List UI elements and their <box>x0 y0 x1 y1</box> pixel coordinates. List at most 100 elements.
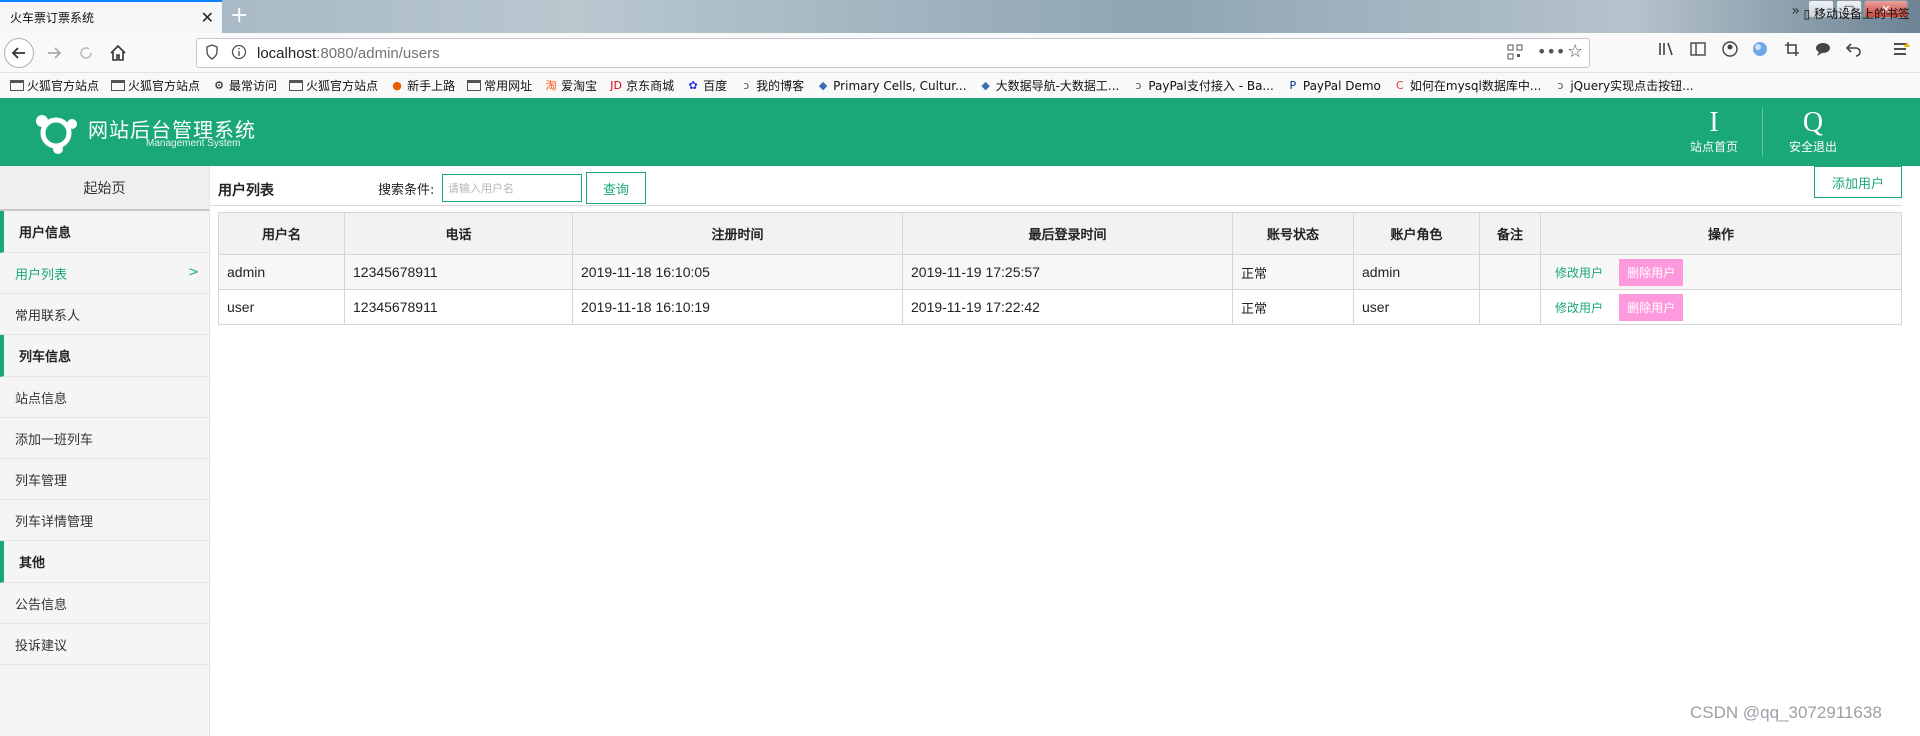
tab-title: 火车票订票系统 <box>10 11 95 25</box>
browser-nav-bar: localhost:8080/admin/users ••• ☆ <box>0 33 1920 73</box>
sidebar-section-other: 其他 <box>0 541 209 583</box>
bookmark-label: jQuery实现点击按钮... <box>1570 79 1694 93</box>
address-bar[interactable]: localhost:8080/admin/users ••• ☆ <box>196 38 1590 68</box>
qr-code-icon[interactable] <box>1507 44 1523 64</box>
sidebar-toggle-icon[interactable] <box>1690 41 1706 61</box>
folder-icon <box>10 80 24 91</box>
bookmark-label: 最常访问 <box>229 79 278 93</box>
site-icon: ◆ <box>818 78 828 92</box>
logout-link[interactable]: Q 安全退出 <box>1773 108 1853 155</box>
tab-close-icon[interactable]: ✕ <box>201 8 214 27</box>
bookmark-item[interactable]: ↄ jQuery实现点击按钮... <box>1553 77 1693 94</box>
bookmarks-bar: 火狐官方站点 火狐官方站点 ⚙ 最常访问 火狐官方站点 ● 新手上路 常用网址淘爱淘宝 JD 京东… <box>0 73 1920 98</box>
delete-user-button[interactable]: 删除用户 <box>1619 293 1684 321</box>
edit-user-link[interactable]: 修改用户 <box>1555 301 1603 315</box>
sidebar-item-complaints[interactable]: 投诉建议 <box>0 624 209 665</box>
sidebar-home[interactable]: 起始页 <box>0 166 209 211</box>
delete-user-button[interactable]: 删除用户 <box>1619 258 1684 286</box>
cell-last-login: 2019-11-19 17:25:57 <box>902 254 1233 290</box>
undo-icon[interactable] <box>1845 41 1862 61</box>
bookmark-item[interactable]: ✿ 百度 <box>686 77 728 94</box>
account-icon[interactable] <box>1722 41 1738 61</box>
table-row: admin 12345678911 2019-11-18 16:10:05 20… <box>218 254 1902 290</box>
logo-icon <box>34 112 78 154</box>
main-content: 用户列表 搜索条件: 查询 添加用户 用户名 电话 注册时间 最后登录时间 账号… <box>210 166 1920 736</box>
column-header: 账户角色 <box>1353 212 1480 255</box>
column-header: 最后登录时间 <box>902 212 1233 255</box>
shield-icon[interactable] <box>205 44 219 64</box>
home-icon[interactable] <box>104 39 132 67</box>
bookmark-item[interactable]: ● 新手上路 <box>390 77 455 94</box>
bookmark-label: PayPal支付接入 - Ba... <box>1148 79 1274 93</box>
more-actions-icon[interactable]: ••• <box>1537 42 1565 61</box>
sidebar-item-notices[interactable]: 公告信息 <box>0 583 209 624</box>
chat-icon[interactable] <box>1815 41 1831 61</box>
bookmarks-overflow-icon[interactable]: » <box>1791 3 1800 19</box>
site-home-link[interactable]: I 站点首页 <box>1674 108 1754 155</box>
sidebar-section-user: 用户信息 <box>0 211 209 253</box>
bookmark-item[interactable]: ◆ 大数据导航-大数据工... <box>979 77 1119 94</box>
bookmark-label: 常用网址 <box>484 79 533 93</box>
bookmark-label: PayPal Demo <box>1302 78 1381 93</box>
bookmark-label: Primary Cells, Cultur... <box>833 78 967 93</box>
new-tab-button[interactable]: + <box>230 3 248 28</box>
column-header: 备注 <box>1479 212 1541 255</box>
bookmark-item[interactable]: 火狐官方站点 <box>289 77 378 94</box>
add-user-button[interactable]: 添加用户 <box>1814 166 1902 198</box>
bookmark-item[interactable]: P PayPal Demo <box>1286 79 1381 93</box>
jd-icon: JD <box>610 78 622 92</box>
taobao-icon: 淘 <box>545 78 557 92</box>
sidebar-item-contacts[interactable]: 常用联系人 <box>0 294 209 335</box>
bookmark-item[interactable]: 淘爱淘宝 <box>544 77 598 94</box>
mobile-bookmarks[interactable]: ▯ 移动设备上的书签 <box>1804 5 1910 22</box>
column-header: 注册时间 <box>572 212 903 255</box>
app-subtitle: Management System <box>146 138 241 149</box>
info-icon[interactable] <box>231 44 247 64</box>
reload-icon[interactable] <box>72 39 100 67</box>
sidebar-item-stations[interactable]: 站点信息 <box>0 377 209 418</box>
bookmark-label: 京东商城 <box>626 79 675 93</box>
csdn-icon: C <box>1396 78 1404 92</box>
search-input[interactable] <box>442 174 582 202</box>
chevron-right-icon: > <box>188 265 199 280</box>
bookmark-item[interactable]: ◆ Primary Cells, Cultur... <box>816 78 967 93</box>
site-home-icon: I <box>1709 107 1719 138</box>
sidebar-item-add-train[interactable]: 添加一班列车 <box>0 418 209 459</box>
library-icon[interactable] <box>1658 41 1676 61</box>
browser-tab[interactable]: 火车票订票系统 ✕ <box>0 0 222 33</box>
column-header: 电话 <box>344 212 573 255</box>
bookmark-item[interactable]: ↄ PayPal支付接入 - Ba... <box>1131 77 1274 94</box>
table-row: user 12345678911 2019-11-18 16:10:19 201… <box>218 289 1902 325</box>
sidebar-item-user-list[interactable]: 用户列表 > <box>0 253 209 294</box>
bookmark-item[interactable]: JD 京东商城 <box>609 77 674 94</box>
baidu-icon: ✿ <box>688 78 698 92</box>
sidebar-item-train-manage[interactable]: 列车管理 <box>0 459 209 500</box>
bookmark-item[interactable]: 火狐官方站点 <box>111 77 200 94</box>
crop-icon[interactable] <box>1784 41 1800 61</box>
bookmark-item[interactable]: ↄ 我的博客 <box>739 77 804 94</box>
bookmark-item[interactable]: 火狐官方站点 <box>10 77 99 94</box>
blog-icon: ↄ <box>1557 78 1564 92</box>
url-text[interactable]: localhost:8080/admin/users <box>257 45 440 62</box>
search-label: 搜索条件: <box>378 183 435 198</box>
bookmark-item[interactable]: ⚙ 最常访问 <box>212 77 277 94</box>
menu-icon[interactable] <box>1893 41 1911 61</box>
cell-registered: 2019-11-18 16:10:05 <box>572 254 903 290</box>
bookmark-label: 火狐官方站点 <box>128 79 201 93</box>
search-button[interactable]: 查询 <box>586 172 646 204</box>
bookmark-item[interactable]: C 如何在mysql数据库中... <box>1393 77 1541 94</box>
bookmark-star-icon[interactable]: ☆ <box>1567 41 1583 62</box>
cell-actions: 修改用户 删除用户 <box>1540 289 1902 325</box>
back-arrow-icon[interactable] <box>4 38 34 68</box>
edit-user-link[interactable]: 修改用户 <box>1555 266 1603 280</box>
column-header: 账号状态 <box>1232 212 1354 255</box>
globe-icon[interactable] <box>1752 41 1768 61</box>
bookmark-item[interactable]: 常用网址 <box>467 77 532 94</box>
site-icon: ◆ <box>981 78 990 92</box>
bookmark-label: 百度 <box>703 79 728 93</box>
sidebar-item-train-detail[interactable]: 列车详情管理 <box>0 500 209 541</box>
cell-username: user <box>218 289 345 325</box>
forward-arrow-icon[interactable] <box>40 39 68 67</box>
bookmark-label: 我的博客 <box>756 79 805 93</box>
paypal-icon: P <box>1289 78 1297 92</box>
